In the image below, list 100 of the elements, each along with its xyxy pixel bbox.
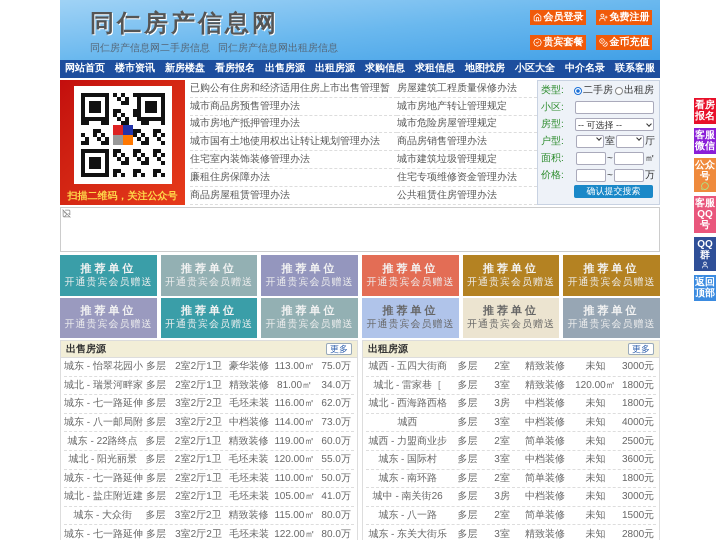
search-submit-button[interactable]: 确认提交搜索 xyxy=(574,185,653,198)
article-link[interactable]: 城市房地产转让管理规定 xyxy=(397,98,507,114)
article-link[interactable]: 公共租赁住房管理办法 xyxy=(397,188,497,203)
nav-link[interactable]: 楼市资讯 xyxy=(110,60,160,78)
listing-link[interactable]: 城东 - 七一路延伸 xyxy=(64,396,142,412)
listing-link[interactable]: 城北 - 瑞景河畔家 xyxy=(64,378,142,393)
area-field[interactable] xyxy=(614,152,644,165)
article-link[interactable]: 住宅专项维修资金管理办法 xyxy=(397,170,517,185)
article-link[interactable]: 商品房屋租赁管理办法 xyxy=(190,188,290,203)
float-button[interactable]: 客服微信 xyxy=(694,128,716,154)
listing-link[interactable]: 城东 - 七一路延伸 xyxy=(64,526,142,540)
nav-link[interactable]: 小区大全 xyxy=(510,60,560,78)
float-button[interactable]: 客服QQ号 xyxy=(694,196,716,233)
header-button[interactable]: 会员登录 xyxy=(530,10,586,25)
more-link[interactable]: 更多 xyxy=(326,343,352,355)
listing-link[interactable]: 城东 - 怡翠花园小 xyxy=(64,359,142,374)
nav-link[interactable]: 网站首页 xyxy=(60,60,110,78)
promo-tile[interactable]: 推荐单位 开通贵宾会员赠送 xyxy=(563,255,660,296)
article-link[interactable]: 廉租住房保障办法 xyxy=(190,170,270,185)
table-cell-text: 50.0万 xyxy=(320,472,352,486)
table-cell-text: 未知 xyxy=(584,452,606,468)
article-link[interactable]: 城市房地产抵押管理办法 xyxy=(190,116,300,132)
nav-link[interactable]: 出售房源 xyxy=(260,60,310,78)
article-link[interactable]: 商品房销售管理办法 xyxy=(397,134,487,150)
table-cell-text: 未知 xyxy=(584,472,606,486)
promo-tile[interactable]: 推荐单位 开通贵宾会员赠送 xyxy=(462,255,560,296)
radio-option[interactable]: 二手房 xyxy=(574,83,613,98)
table-cell-text: 75.0万 xyxy=(320,360,352,374)
listing-link[interactable]: 城西 - 五四大街商 xyxy=(366,359,450,374)
article-link[interactable]: 城市危险房屋管理规定 xyxy=(397,116,497,132)
table-cell-text: 80.0万 xyxy=(320,509,352,524)
header-button[interactable]: 金币充值 xyxy=(596,35,652,50)
promo-title: 推荐单位 xyxy=(282,262,338,276)
nav-link[interactable]: 地图找房 xyxy=(460,60,510,78)
price-field[interactable] xyxy=(614,169,644,182)
promo-tile[interactable]: 推荐单位 开通贵宾会员赠送 xyxy=(362,298,459,338)
article-link[interactable]: 城市建筑垃圾管理规定 xyxy=(397,152,497,168)
listing-link[interactable]: 城西 xyxy=(366,415,450,430)
promo-subtitle: 开通贵宾会员赠送 xyxy=(568,276,656,289)
table-cell-text: 110.00㎡ xyxy=(274,472,316,486)
table-cell-text: 1800元 xyxy=(620,397,656,412)
float-button[interactable]: QQ群 xyxy=(694,237,716,271)
promo-subtitle: 开通贵宾会员赠送 xyxy=(568,318,656,332)
listing-link[interactable]: 城东 - 22路终点 xyxy=(64,434,142,449)
house-type-select[interactable]: -- 可选择 -- xyxy=(575,118,654,131)
table-cell-text: 多层 xyxy=(456,360,478,374)
nav-link[interactable]: 看房报名 xyxy=(210,60,260,78)
radio-button[interactable] xyxy=(615,86,623,94)
listing-link[interactable]: 城东 - 八一邮局附 xyxy=(64,415,142,430)
hall-select[interactable] xyxy=(616,135,644,148)
table-cell-text: 115.00㎡ xyxy=(274,509,316,524)
site-title: 同仁房产信息网 xyxy=(90,10,280,38)
table-cell-text: 60.0万 xyxy=(320,434,352,449)
article-link[interactable]: 城市商品房预售管理办法 xyxy=(190,98,300,114)
promo-title: 推荐单位 xyxy=(382,262,438,276)
listing-link[interactable]: 城北 - 阳光丽景 xyxy=(64,452,142,468)
badge-icon xyxy=(532,38,542,47)
nav-link[interactable]: 新房楼盘 xyxy=(160,60,210,78)
header-button[interactable]: 贵宾套餐 xyxy=(530,35,586,50)
listing-link[interactable]: 城北 - 西海路西格 xyxy=(366,396,450,412)
table-cell-text: 3房 xyxy=(493,396,511,412)
promo-title: 推荐单位 xyxy=(80,262,136,276)
listing-link[interactable]: 城东 - 大众街 xyxy=(64,508,142,524)
listing-link[interactable]: 城西 - 力盟商业步 xyxy=(366,434,450,449)
radio-option[interactable]: 出租房 xyxy=(615,83,654,98)
listing-link[interactable]: 城北 - 盐庄附近建 xyxy=(64,489,142,504)
range-separator: ~ xyxy=(607,169,613,183)
listing-link[interactable]: 城东 - 国际村 xyxy=(366,452,450,468)
table-cell-text: 多层 xyxy=(144,472,167,486)
listing-link[interactable]: 城东 - 南环路 xyxy=(366,470,450,486)
table-cell-text: 120.00㎡ xyxy=(273,453,316,468)
header-button[interactable]: 免费注册 xyxy=(596,10,652,25)
table-cell-text: 1800元 xyxy=(620,472,656,486)
table-cell-text: 豪华装修 xyxy=(228,360,270,374)
listing-link[interactable]: 城中 - 南关街26 xyxy=(366,489,450,504)
room-select[interactable] xyxy=(576,135,604,148)
promo-tile[interactable]: 推荐单位 开通贵宾会员赠送 xyxy=(462,298,560,338)
nav-link[interactable]: 求租信息 xyxy=(410,60,460,78)
more-link[interactable]: 更多 xyxy=(628,343,654,355)
float-button[interactable]: 返回顶部 xyxy=(694,275,716,301)
nav-link[interactable]: 求购信息 xyxy=(360,60,410,78)
nav-link[interactable]: 中介名录 xyxy=(560,60,610,78)
article-link[interactable]: 城市国有土地使用权出让转让规划管理办法 xyxy=(190,134,380,150)
nav-link[interactable]: 联系客服 xyxy=(610,60,660,78)
article-link[interactable]: 住宅室内装饰装修管理办法 xyxy=(190,152,310,168)
listing-link[interactable]: 城东 - 东关大街乐 xyxy=(366,526,450,540)
nav-link[interactable]: 出租房源 xyxy=(310,60,360,78)
listing-link[interactable]: 城北 - 雷家巷［ xyxy=(366,378,450,393)
listing-link[interactable]: 城东 - 八一路 xyxy=(366,508,450,524)
article-link[interactable]: 房屋建筑工程质量保修办法 xyxy=(397,80,517,96)
listing-link[interactable]: 城东 - 七一路延伸 xyxy=(64,470,142,486)
community-field[interactable] xyxy=(575,101,654,114)
table-cell-text: 中档装修 xyxy=(524,396,566,412)
float-button[interactable]: 看房报名 xyxy=(694,98,716,124)
promo-subtitle: 开通贵宾会员赠送 xyxy=(366,318,454,332)
caret-icon xyxy=(636,135,642,141)
price-field[interactable] xyxy=(576,169,606,182)
article-link[interactable]: 已购公有住房和经济适用住房上市出售管理暂 xyxy=(190,80,390,96)
area-field[interactable] xyxy=(576,152,606,165)
radio-button[interactable] xyxy=(574,86,582,94)
